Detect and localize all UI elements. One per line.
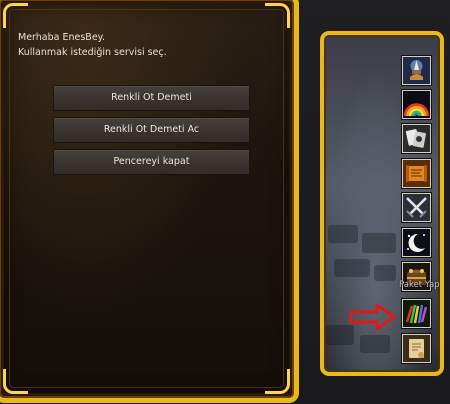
crossed-swords-icon	[403, 194, 430, 221]
npc-greeting-text: Merhaba EnesBey. Kullanmak istediğin ser…	[18, 30, 167, 60]
quickslot-6[interactable]	[402, 228, 431, 257]
frame-corner-ornament	[265, 369, 290, 394]
stone-texture	[334, 259, 370, 277]
scroll-map-icon	[403, 160, 430, 187]
option-renkli-ot-demeti-button[interactable]: Renkli Ot Demeti	[53, 85, 250, 111]
stone-texture	[360, 335, 390, 353]
quickslot-1[interactable]	[402, 56, 431, 85]
option-renkli-ot-demeti-ac-button[interactable]: Renkli Ot Demeti Ac	[53, 117, 250, 143]
quickslot-2[interactable]	[402, 90, 431, 119]
frame-corner-ornament	[3, 3, 28, 28]
quickslot-4[interactable]	[402, 159, 431, 188]
quick-access-bar: Paket Yap	[320, 31, 444, 376]
parchment-icon	[403, 335, 430, 362]
dialog-inner-frame	[9, 9, 284, 388]
rainbow-icon	[403, 91, 430, 118]
red-arrow-indicator-icon	[349, 303, 396, 331]
quickslot-5[interactable]	[402, 193, 431, 222]
npc-dialog-window: Merhaba EnesBey. Kullanmak istediğin ser…	[0, 0, 299, 403]
stone-texture	[328, 225, 358, 243]
close-window-button[interactable]: Pencereyi kapat	[53, 149, 250, 175]
quickslot-9[interactable]	[402, 334, 431, 363]
slot-tooltip-label: Paket Yap	[399, 280, 440, 290]
stone-texture	[374, 265, 396, 281]
lamp-icon	[403, 57, 430, 84]
quickslot-3[interactable]	[402, 124, 431, 153]
game-screen: Merhaba EnesBey. Kullanmak istediğin ser…	[0, 0, 450, 404]
quickslot-8[interactable]	[402, 299, 431, 328]
frame-corner-ornament	[3, 369, 28, 394]
frame-corner-ornament	[265, 3, 290, 28]
cards-icon	[403, 125, 430, 152]
greeting-line-2: Kullanmak istediğin servisi seç.	[18, 47, 167, 58]
moon-stars-icon	[403, 229, 430, 256]
colorful-herbs-icon	[403, 300, 430, 327]
greeting-line-1: Merhaba EnesBey.	[18, 32, 105, 43]
stone-texture	[362, 233, 396, 253]
